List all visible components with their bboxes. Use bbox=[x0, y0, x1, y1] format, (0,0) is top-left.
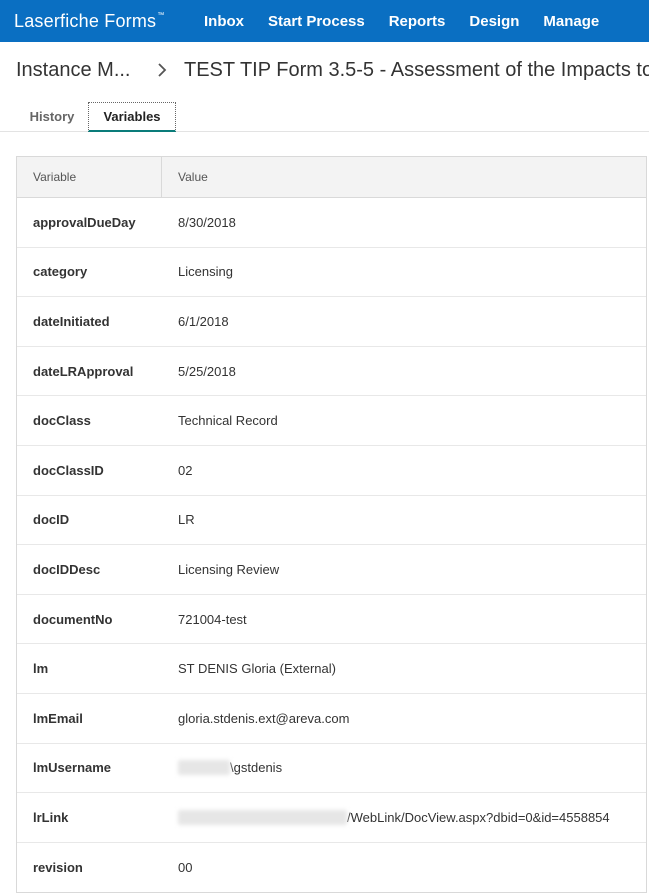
page-title: TEST TIP Form 3.5-5 - Assessment of the … bbox=[184, 58, 649, 81]
nav-design[interactable]: Design bbox=[457, 13, 531, 30]
variable-name: documentNo bbox=[33, 611, 113, 627]
trademark-mark: ™ bbox=[157, 11, 165, 19]
variable-value: ST DENIS Gloria (External) bbox=[178, 661, 336, 677]
breadcrumb: Instance M... TEST TIP Form 3.5-5 - Asse… bbox=[0, 42, 649, 98]
breadcrumb-parent-link[interactable]: Instance M... bbox=[16, 59, 146, 82]
table-row: revision 00 bbox=[17, 843, 646, 893]
table-row: documentNo 721004-test bbox=[17, 595, 646, 645]
variable-name: lmEmail bbox=[33, 710, 83, 726]
tab-variables[interactable]: Variables bbox=[88, 102, 176, 132]
tab-history[interactable]: History bbox=[16, 101, 88, 131]
table-row: docID LR bbox=[17, 496, 646, 546]
column-header-variable[interactable]: Variable bbox=[17, 157, 162, 197]
column-header-value[interactable]: Value bbox=[162, 157, 208, 197]
table-row: docClassID 02 bbox=[17, 446, 646, 496]
table-row: dateLRApproval 5/25/2018 bbox=[17, 347, 646, 397]
top-navigation-bar: Laserfiche Forms™ Inbox Start Process Re… bbox=[0, 0, 649, 42]
variable-name: docClass bbox=[33, 413, 91, 429]
variable-value: http://xxxxxxxxxxxxxxxxxxxxx/WebLink/Doc… bbox=[162, 809, 610, 825]
variables-content: Variable Value approvalDueDay 8/30/2018 ca… bbox=[0, 132, 649, 893]
table-row: approvalDueDay 8/30/2018 bbox=[17, 198, 646, 248]
redacted-text: http://xxxxxxxxxxxxxxxxxxxxx bbox=[178, 809, 348, 825]
table-row: lmUsername XXXXXX\gstdenis bbox=[17, 744, 646, 794]
variable-name: docID bbox=[33, 512, 70, 528]
variable-value: gloria.stdenis.ext@areva.com bbox=[178, 710, 350, 726]
variable-value: XXXXXX\gstdenis bbox=[162, 760, 283, 776]
table-row: lm ST DENIS Gloria (External) bbox=[17, 644, 646, 694]
brand-name: Laserfiche Forms bbox=[14, 10, 157, 31]
variables-table: Variable Value approvalDueDay 8/30/2018 ca… bbox=[16, 156, 647, 893]
variable-name: lmUsername bbox=[33, 760, 112, 776]
table-row: category Licensing bbox=[17, 248, 646, 298]
nav-reports[interactable]: Reports bbox=[377, 13, 458, 30]
table-row: lrLink http://xxxxxxxxxxxxxxxxxxxxx/WebLi… bbox=[17, 793, 646, 843]
table-row: docClass Technical Record bbox=[17, 396, 646, 446]
variable-value-text: /WebLink/DocView.aspx?dbid=0&id=4558854 bbox=[347, 809, 610, 825]
variable-value: 5/25/2018 bbox=[178, 363, 236, 379]
variable-name: revision bbox=[33, 860, 83, 876]
variable-name: lrLink bbox=[33, 809, 69, 825]
variable-name: dateInitiated bbox=[33, 313, 110, 329]
table-body: approvalDueDay 8/30/2018 category Licensing… bbox=[17, 198, 646, 892]
variable-value: Licensing bbox=[178, 264, 233, 280]
variable-value: 6/1/2018 bbox=[178, 313, 229, 329]
nav-inbox[interactable]: Inbox bbox=[192, 13, 256, 30]
nav-manage[interactable]: Manage bbox=[531, 13, 611, 30]
variable-name: category bbox=[33, 264, 88, 280]
variable-value: 02 bbox=[178, 462, 193, 478]
variable-value: LR bbox=[178, 512, 195, 528]
chevron-right-icon bbox=[152, 63, 172, 77]
table-row: lmEmail gloria.stdenis.ext@areva.com bbox=[17, 694, 646, 744]
variable-value: Technical Record bbox=[178, 413, 278, 429]
variable-name: docClassID bbox=[33, 462, 104, 478]
variable-name: dateLRApproval bbox=[33, 363, 134, 379]
variable-value: 721004-test bbox=[178, 611, 247, 627]
variable-value: 8/30/2018 bbox=[178, 214, 236, 230]
app-logo[interactable]: Laserfiche Forms™ bbox=[0, 11, 192, 32]
variable-name: docIDDesc bbox=[33, 561, 101, 577]
variable-value: 00 bbox=[178, 860, 193, 876]
nav-start-process[interactable]: Start Process bbox=[256, 13, 377, 30]
variable-value-text: \gstdenis bbox=[230, 760, 283, 776]
tab-bar: History Variables bbox=[0, 98, 649, 132]
variable-value: Licensing Review bbox=[178, 561, 280, 577]
variable-name: lm bbox=[33, 661, 49, 677]
variable-name: approvalDueDay bbox=[33, 214, 136, 230]
table-header: Variable Value bbox=[17, 157, 646, 198]
table-row: dateInitiated 6/1/2018 bbox=[17, 297, 646, 347]
redacted-text: XXXXXX bbox=[178, 760, 231, 776]
table-row: docIDDesc Licensing Review bbox=[17, 545, 646, 595]
